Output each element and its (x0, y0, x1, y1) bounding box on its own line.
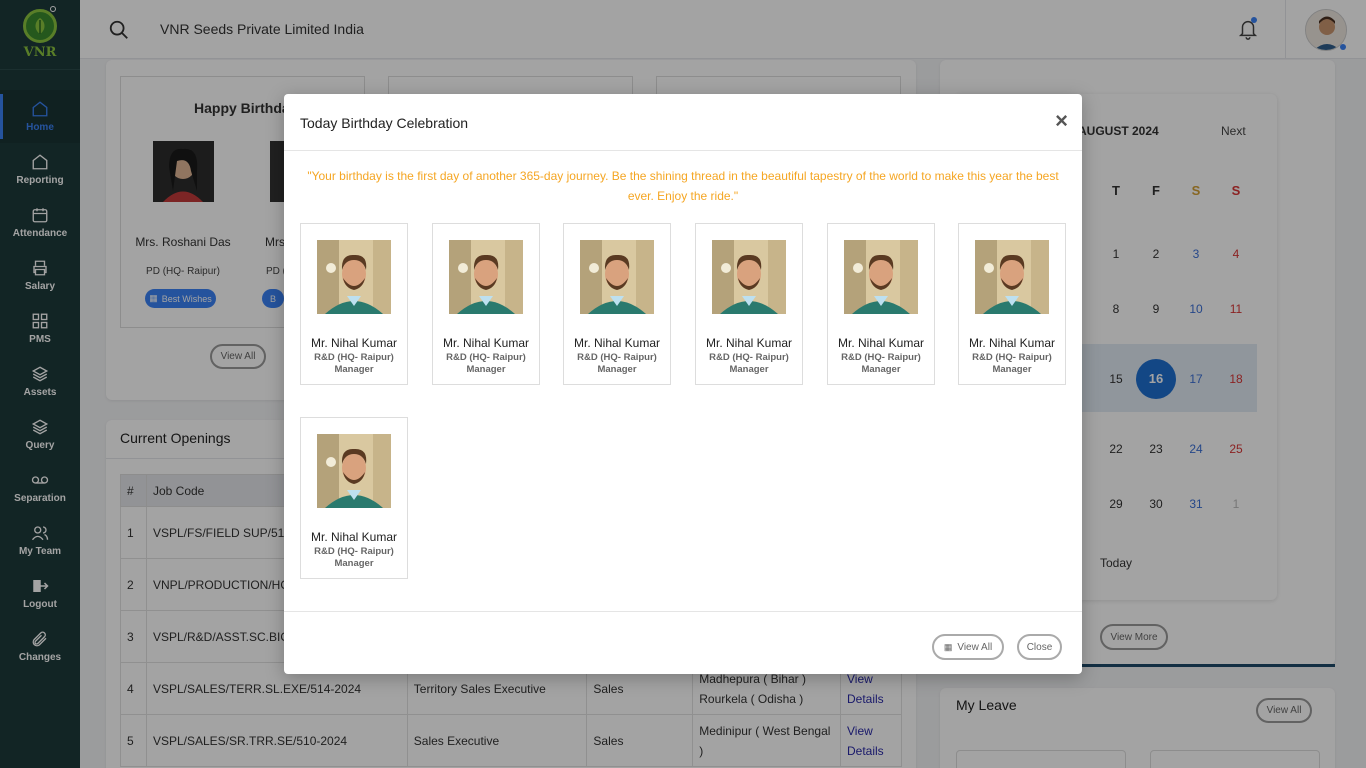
modal-close-button[interactable]: Close (1017, 634, 1062, 660)
person-designation: Manager (597, 364, 637, 375)
birthday-person-card[interactable]: Mr. Nihal Kumar R&D (HQ- Raipur) Manager (695, 223, 803, 385)
person-photo (317, 240, 391, 314)
person-photo (317, 434, 391, 508)
birthday-person-card[interactable]: Mr. Nihal Kumar R&D (HQ- Raipur) Manager (300, 417, 408, 579)
birthday-person-card[interactable]: Mr. Nihal Kumar R&D (HQ- Raipur) Manager (563, 223, 671, 385)
person-designation: Manager (992, 364, 1032, 375)
person-name: Mr. Nihal Kumar (310, 530, 398, 544)
close-icon[interactable]: × (1055, 110, 1068, 132)
person-photo (844, 240, 918, 314)
person-name: Mr. Nihal Kumar (705, 336, 793, 350)
calendar-icon: ▦ (943, 641, 953, 652)
person-designation: Manager (861, 364, 901, 375)
birthday-person-card[interactable]: Mr. Nihal Kumar R&D (HQ- Raipur) Manager (827, 223, 935, 385)
person-dept: R&D (HQ- Raipur) (446, 352, 526, 363)
modal-title: Today Birthday Celebration (300, 115, 469, 131)
person-dept: R&D (HQ- Raipur) (972, 352, 1052, 363)
person-designation: Manager (466, 364, 506, 375)
person-dept: R&D (HQ- Raipur) (709, 352, 789, 363)
person-name: Mr. Nihal Kumar (442, 336, 530, 350)
person-dept: R&D (HQ- Raipur) (841, 352, 921, 363)
birthday-person-card[interactable]: Mr. Nihal Kumar R&D (HQ- Raipur) Manager (958, 223, 1066, 385)
person-designation: Manager (334, 364, 374, 375)
person-dept: R&D (HQ- Raipur) (314, 546, 394, 557)
modal-header: Today Birthday Celebration × (284, 94, 1082, 151)
person-name: Mr. Nihal Kumar (837, 336, 925, 350)
birthday-modal: Today Birthday Celebration × "Your birth… (284, 94, 1082, 674)
modal-footer: ▦ View All Close (284, 611, 1082, 674)
person-dept: R&D (HQ- Raipur) (314, 352, 394, 363)
person-photo (580, 240, 654, 314)
person-photo (975, 240, 1049, 314)
person-name: Mr. Nihal Kumar (310, 336, 398, 350)
person-designation: Manager (729, 364, 769, 375)
person-photo (712, 240, 786, 314)
birthday-person-card[interactable]: Mr. Nihal Kumar R&D (HQ- Raipur) Manager (432, 223, 540, 385)
view-all-label: View All (957, 641, 993, 653)
person-photo (449, 240, 523, 314)
person-dept: R&D (HQ- Raipur) (577, 352, 657, 363)
person-name: Mr. Nihal Kumar (573, 336, 661, 350)
birthday-person-card[interactable]: Mr. Nihal Kumar R&D (HQ- Raipur) Manager (300, 223, 408, 385)
person-name: Mr. Nihal Kumar (968, 336, 1056, 350)
person-designation: Manager (334, 558, 374, 569)
modal-view-all-button[interactable]: ▦ View All (932, 634, 1004, 660)
birthday-quote: "Your birthday is the first day of anoth… (307, 169, 1059, 203)
